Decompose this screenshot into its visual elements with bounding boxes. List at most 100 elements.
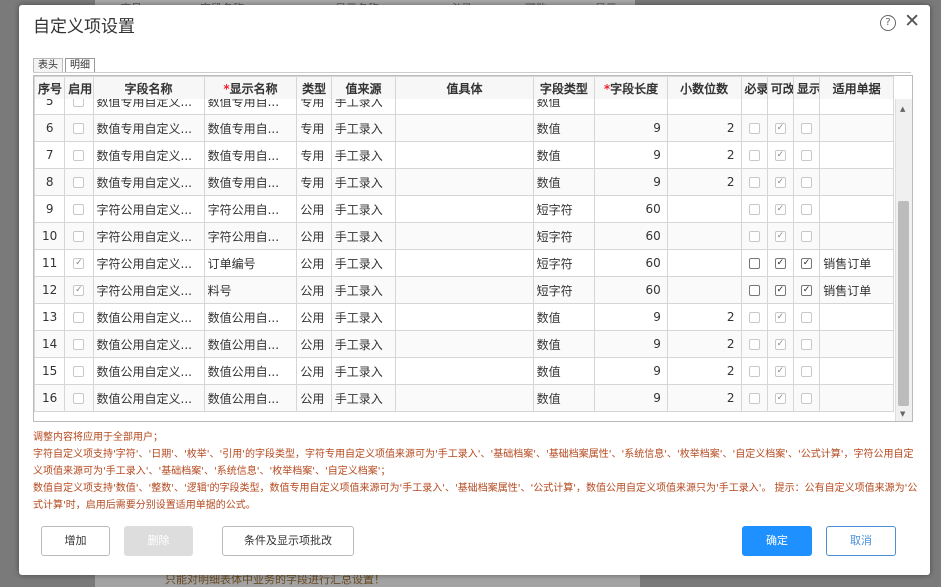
decimal-places-cell[interactable]: 2: [666, 384, 742, 412]
grid-body[interactable]: 5 数值专用自定义... 数值专用自... 专用 手工录入 数值 6 数值专用自定义... 数值…: [34, 99, 894, 421]
field-length-cell[interactable]: 9: [594, 168, 668, 196]
required-checkbox[interactable]: [748, 339, 760, 350]
field-type-cell[interactable]: 数值: [532, 303, 596, 331]
decimal-places-cell[interactable]: 2: [666, 303, 742, 331]
field-length-cell[interactable]: 9: [594, 330, 668, 358]
table-row[interactable]: 12 ✓ 字符公用自定义... 料号 公用 手工录入 短字符 60 ✓ ✓ 销售订单: [34, 276, 894, 304]
editable-checkbox[interactable]: ✓: [774, 231, 786, 242]
decimal-places-cell[interactable]: 2: [666, 114, 742, 142]
applicable-docs-cell[interactable]: [819, 195, 894, 223]
value-detail-cell[interactable]: [395, 357, 534, 385]
visible-checkbox[interactable]: [801, 150, 813, 161]
editable-checkbox[interactable]: ✓: [774, 123, 786, 134]
display-name-cell[interactable]: 料号: [203, 276, 298, 304]
applicable-docs-cell[interactable]: [819, 357, 894, 385]
visible-checkbox[interactable]: [801, 312, 813, 323]
value-detail-cell[interactable]: [395, 114, 534, 142]
scroll-down-icon[interactable]: ▼: [900, 410, 905, 418]
visible-checkbox[interactable]: [801, 204, 813, 215]
field-length-cell[interactable]: 60: [594, 222, 668, 250]
column-header[interactable]: *显示名称: [203, 76, 298, 99]
enabled-checkbox[interactable]: [73, 312, 85, 323]
column-header[interactable]: 必录: [740, 76, 768, 99]
display-name-cell[interactable]: 数值公用自...: [203, 303, 298, 331]
field-length-cell[interactable]: 9: [594, 357, 668, 385]
batch-edit-button[interactable]: 条件及显示项批改: [222, 526, 354, 556]
applicable-docs-cell[interactable]: 销售订单: [819, 276, 894, 304]
ok-button[interactable]: 确定: [742, 526, 812, 556]
column-header[interactable]: 小数位数: [666, 76, 742, 99]
display-name-cell[interactable]: 字符公用自...: [203, 222, 298, 250]
required-checkbox[interactable]: [748, 366, 760, 377]
applicable-docs-cell[interactable]: [819, 141, 894, 169]
applicable-docs-cell[interactable]: [819, 222, 894, 250]
required-checkbox[interactable]: [748, 393, 760, 404]
required-checkbox[interactable]: [748, 123, 760, 134]
enabled-checkbox[interactable]: [73, 99, 85, 107]
visible-checkbox[interactable]: [801, 393, 813, 404]
enabled-checkbox[interactable]: ✓: [73, 285, 85, 296]
table-row[interactable]: 16 数值公用自定义... 数值公用自... 公用 手工录入 数值 9 2 ✓: [34, 384, 894, 412]
value-source-cell[interactable]: 手工录入: [330, 330, 397, 358]
help-circle-icon[interactable]: ?: [880, 15, 896, 31]
value-detail-cell[interactable]: [395, 99, 534, 115]
scrollbar-thumb[interactable]: [898, 201, 909, 406]
editable-checkbox[interactable]: ✓: [774, 366, 786, 377]
field-type-cell[interactable]: 短字符: [532, 222, 596, 250]
field-type-cell[interactable]: 数值: [532, 357, 596, 385]
value-detail-cell[interactable]: [395, 249, 534, 277]
cancel-button[interactable]: 取消: [826, 526, 896, 556]
table-row[interactable]: 9 字符公用自定义... 字符公用自... 公用 手工录入 短字符 60 ✓: [34, 195, 894, 223]
vertical-scrollbar[interactable]: ▲ ▼: [895, 99, 912, 421]
display-name-cell[interactable]: 数值公用自...: [203, 330, 298, 358]
enabled-checkbox[interactable]: [73, 393, 85, 404]
decimal-places-cell[interactable]: [666, 222, 742, 250]
column-header[interactable]: 显示: [792, 76, 821, 99]
field-type-cell[interactable]: 数值: [532, 114, 596, 142]
required-checkbox[interactable]: [748, 231, 760, 242]
column-header[interactable]: 字段类型: [532, 76, 596, 99]
visible-checkbox[interactable]: ✓: [801, 285, 813, 296]
field-type-cell[interactable]: 短字符: [532, 276, 596, 304]
decimal-places-cell[interactable]: [666, 249, 742, 277]
decimal-places-cell[interactable]: 2: [666, 357, 742, 385]
field-type-cell[interactable]: 数值: [532, 384, 596, 412]
value-detail-cell[interactable]: [395, 276, 534, 304]
display-name-cell[interactable]: 数值专用自...: [203, 99, 298, 115]
field-length-cell[interactable]: 60: [594, 195, 668, 223]
applicable-docs-cell[interactable]: [819, 303, 894, 331]
field-type-cell[interactable]: 短字符: [532, 195, 596, 223]
applicable-docs-cell[interactable]: [819, 168, 894, 196]
field-type-cell[interactable]: 数值: [532, 99, 596, 115]
applicable-docs-cell[interactable]: [819, 330, 894, 358]
column-header[interactable]: 启用: [64, 76, 94, 99]
field-length-cell[interactable]: 9: [594, 384, 668, 412]
value-source-cell[interactable]: 手工录入: [330, 276, 397, 304]
value-source-cell[interactable]: 手工录入: [330, 99, 397, 115]
delete-button[interactable]: 删除: [124, 526, 193, 556]
field-type-cell[interactable]: 短字符: [532, 249, 596, 277]
display-name-cell[interactable]: 字符公用自...: [203, 195, 298, 223]
close-icon[interactable]: ✕: [904, 11, 920, 31]
table-row[interactable]: 10 字符公用自定义... 字符公用自... 公用 手工录入 短字符 60 ✓: [34, 222, 894, 250]
required-checkbox[interactable]: [748, 177, 760, 188]
scroll-up-icon[interactable]: ▲: [900, 105, 905, 113]
editable-checkbox[interactable]: ✓: [774, 312, 786, 323]
display-name-cell[interactable]: 数值公用自...: [203, 357, 298, 385]
enabled-checkbox[interactable]: [73, 339, 85, 350]
value-source-cell[interactable]: 手工录入: [330, 384, 397, 412]
enabled-checkbox[interactable]: [73, 366, 85, 377]
field-length-cell[interactable]: 9: [594, 114, 668, 142]
enabled-checkbox[interactable]: [73, 123, 85, 134]
column-header[interactable]: 类型: [296, 76, 332, 99]
display-name-cell[interactable]: 数值公用自...: [203, 384, 298, 412]
visible-checkbox[interactable]: [801, 177, 813, 188]
value-source-cell[interactable]: 手工录入: [330, 114, 397, 142]
decimal-places-cell[interactable]: [666, 276, 742, 304]
decimal-places-cell[interactable]: 2: [666, 330, 742, 358]
editable-checkbox[interactable]: ✓: [774, 177, 786, 188]
table-row[interactable]: 14 数值公用自定义... 数值公用自... 公用 手工录入 数值 9 2 ✓: [34, 330, 894, 358]
visible-checkbox[interactable]: [801, 123, 813, 134]
field-length-cell[interactable]: 9: [594, 303, 668, 331]
field-type-cell[interactable]: 数值: [532, 141, 596, 169]
